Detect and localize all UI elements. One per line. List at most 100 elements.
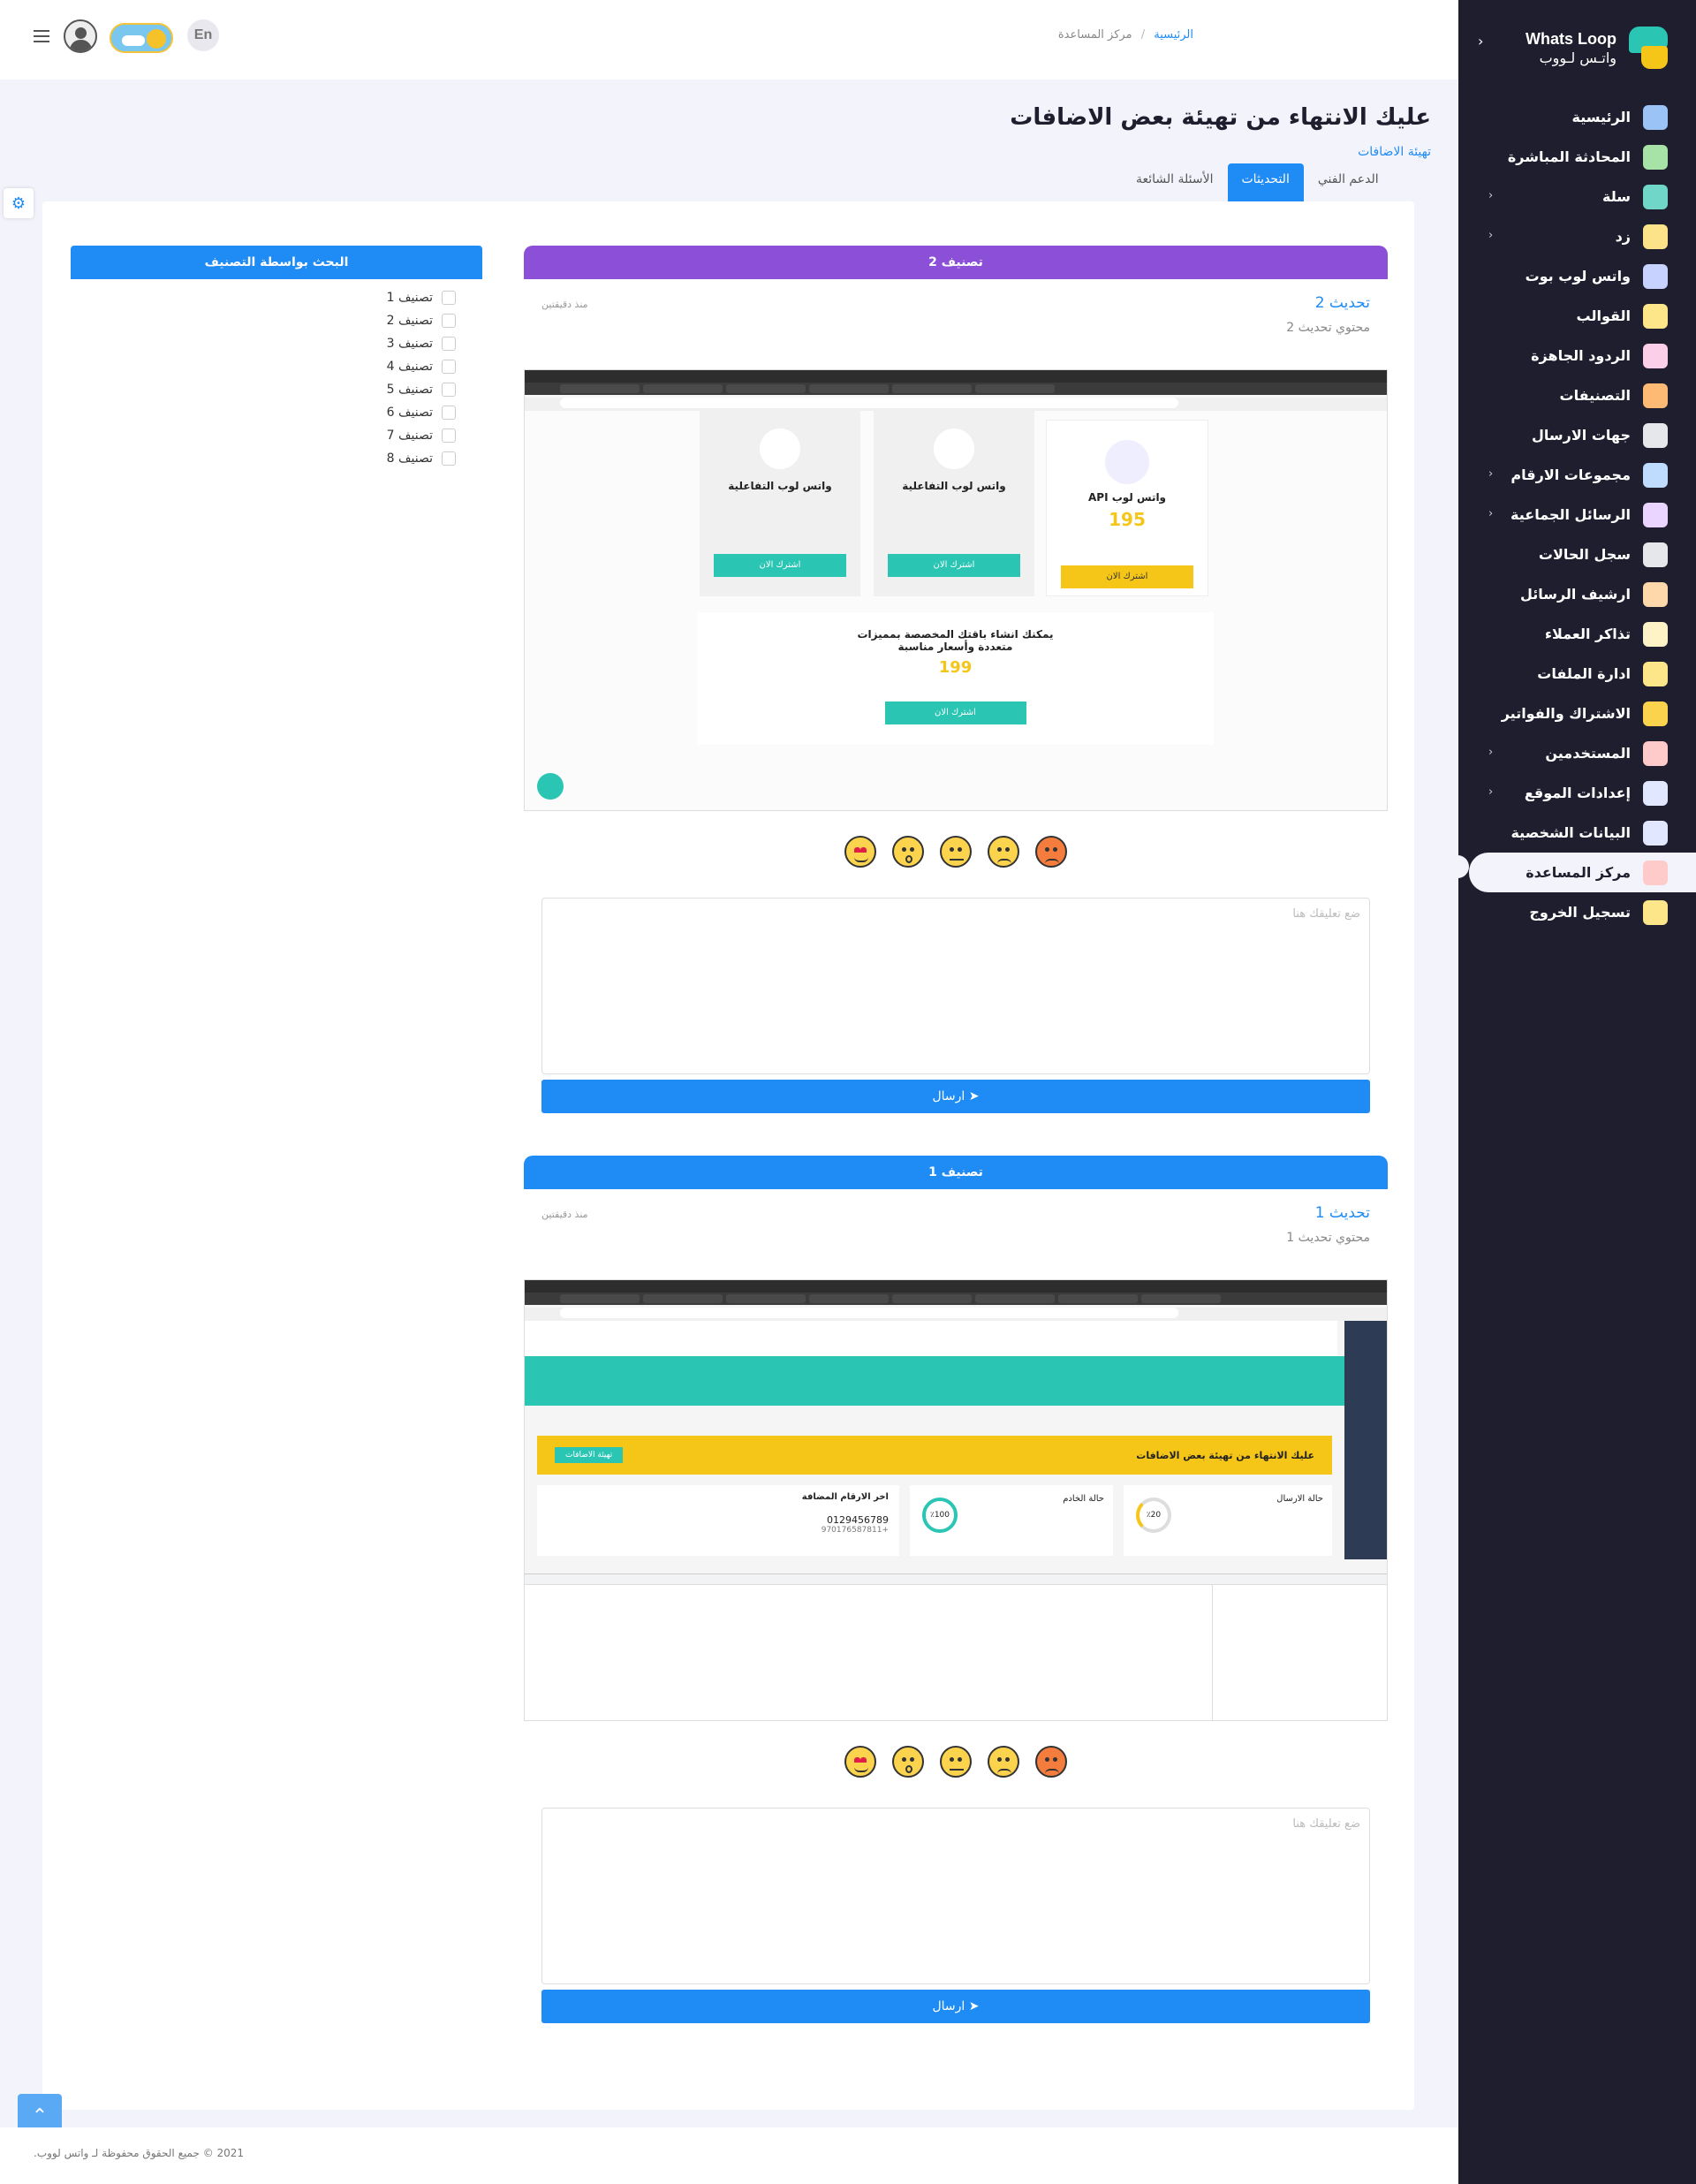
page-subtitle-link[interactable]: تهيئة الاضافات bbox=[1358, 145, 1431, 159]
sidebar-item[interactable]: تسجيل الخروج bbox=[1458, 892, 1696, 932]
sad-emoji-icon[interactable] bbox=[988, 1746, 1019, 1778]
sidebar-item[interactable]: › الرسائل الجماعية bbox=[1458, 495, 1696, 535]
send-button[interactable]: ارسال ➤ bbox=[541, 1990, 1370, 2023]
pkg-a-price: 195 bbox=[1109, 509, 1146, 530]
chevron-icon: › bbox=[1488, 746, 1494, 759]
comment-textarea[interactable]: ضع تعليقك هنا bbox=[541, 1808, 1370, 1984]
reaction-bar bbox=[524, 1746, 1388, 1778]
chevron-icon: › bbox=[1488, 229, 1494, 242]
category-filter-item[interactable]: تصنيف 8 bbox=[71, 447, 482, 470]
category-label: تصنيف 2 bbox=[386, 314, 433, 328]
post-content: محتوي تحديث 2 bbox=[1286, 321, 1370, 335]
sidebar-item[interactable]: تذاكر العملاء bbox=[1458, 614, 1696, 654]
sidebar-item[interactable]: الاشتراك والفواتير bbox=[1458, 694, 1696, 733]
sidebar-item[interactable]: الرئيسية bbox=[1458, 97, 1696, 137]
chevron-icon: › bbox=[1488, 467, 1494, 481]
sidebar-item[interactable]: واتس لوب بوت bbox=[1458, 256, 1696, 296]
post-content: محتوي تحديث 1 bbox=[1286, 1231, 1370, 1245]
post-category-header: تصنيف 2 bbox=[524, 246, 1388, 279]
sidebar-item[interactable]: التصنيفات bbox=[1458, 375, 1696, 415]
sidebar-item[interactable]: جهات الارسال bbox=[1458, 415, 1696, 455]
neutral-emoji-icon[interactable] bbox=[940, 836, 972, 868]
wow-emoji-icon[interactable] bbox=[892, 1746, 924, 1778]
reaction-bar bbox=[524, 836, 1388, 868]
sidebar-item[interactable]: سجل الحالات bbox=[1458, 535, 1696, 574]
sidebar-item[interactable]: البيانات الشخصية bbox=[1458, 813, 1696, 853]
sidebar-item[interactable]: › زد bbox=[1458, 216, 1696, 256]
sidebar-item-label: القوالب bbox=[1576, 307, 1631, 324]
sidebar-item[interactable]: › إعدادات الموقع bbox=[1458, 773, 1696, 813]
category-checkbox[interactable] bbox=[442, 383, 456, 397]
category-filter-item[interactable]: تصنيف 2 bbox=[71, 309, 482, 332]
topbar: En الرئيسية / مركز المساعدة bbox=[0, 0, 1458, 80]
category-checkbox[interactable] bbox=[442, 406, 456, 420]
sidebar-item[interactable]: القوالب bbox=[1458, 296, 1696, 336]
updates-card: البحث بواسطة التصنيف تصنيف 1 تصنيف 2 تصنيف… bbox=[42, 201, 1414, 2110]
wow-emoji-icon[interactable] bbox=[892, 836, 924, 868]
sidebar-item-label: إعدادات الموقع bbox=[1524, 785, 1631, 801]
sad-emoji-icon[interactable] bbox=[988, 836, 1019, 868]
sidebar-item-icon bbox=[1643, 780, 1668, 806]
breadcrumb-sep: / bbox=[1140, 28, 1146, 42]
send-button[interactable]: ارسال ➤ bbox=[541, 1080, 1370, 1113]
category-checkbox[interactable] bbox=[442, 360, 456, 374]
category-checkbox[interactable] bbox=[442, 337, 456, 351]
menu-icon[interactable] bbox=[34, 30, 49, 42]
tab[interactable]: التحديثات bbox=[1227, 163, 1304, 202]
angry-emoji-icon[interactable] bbox=[1035, 1746, 1067, 1778]
category-filter-item[interactable]: تصنيف 5 bbox=[71, 378, 482, 401]
neutral-emoji-icon[interactable] bbox=[940, 1746, 972, 1778]
category-filter-item[interactable]: تصنيف 4 bbox=[71, 355, 482, 378]
category-checkbox[interactable] bbox=[442, 314, 456, 328]
sidebar-item[interactable]: › مجموعات الارقام bbox=[1458, 455, 1696, 495]
comment-textarea[interactable]: ضع تعليقك هنا bbox=[541, 898, 1370, 1074]
sidebar: Whats Loop واتـس لـووب › الرئيسية المحادث… bbox=[1450, 0, 1696, 2184]
tab[interactable]: الدعم الفني bbox=[1304, 163, 1393, 202]
tab[interactable]: الأسئلة الشائعة bbox=[1122, 163, 1228, 202]
logo[interactable]: Whats Loop واتـس لـووب bbox=[1507, 25, 1675, 74]
sidebar-item-icon bbox=[1643, 701, 1668, 726]
sidebar-item[interactable]: مركز المساعدة bbox=[1469, 853, 1696, 892]
sidebar-item-icon bbox=[1643, 224, 1668, 249]
sidebar-item[interactable]: ارشيف الرسائل bbox=[1458, 574, 1696, 614]
theme-toggle[interactable] bbox=[110, 23, 173, 53]
category-label: تصنيف 8 bbox=[386, 451, 433, 466]
sidebar-item-icon bbox=[1643, 661, 1668, 686]
category-filter-item[interactable]: تصنيف 7 bbox=[71, 424, 482, 447]
sidebar-collapse-icon[interactable]: › bbox=[1478, 33, 1483, 49]
category-filter-item[interactable]: تصنيف 1 bbox=[71, 286, 482, 309]
pkg-a-title: واتس لوب API bbox=[1087, 491, 1167, 504]
sidebar-item-label: زد bbox=[1615, 228, 1631, 245]
sidebar-item[interactable]: › سلة bbox=[1458, 177, 1696, 216]
ss2-phone-b: +970176587811 bbox=[821, 1526, 889, 1535]
filter-title: البحث بواسطة التصنيف bbox=[71, 246, 482, 279]
settings-gear-icon[interactable]: ⚙ bbox=[4, 188, 34, 218]
angry-emoji-icon[interactable] bbox=[1035, 836, 1067, 868]
category-filter-item[interactable]: تصنيف 6 bbox=[71, 401, 482, 424]
love-emoji-icon[interactable] bbox=[844, 1746, 876, 1778]
category-checkbox[interactable] bbox=[442, 291, 456, 305]
sidebar-item-label: جهات الارسال bbox=[1532, 427, 1631, 444]
sidebar-item[interactable]: المحادثة المباشرة bbox=[1458, 137, 1696, 177]
category-filter-item[interactable]: تصنيف 3 bbox=[71, 332, 482, 355]
sidebar-item[interactable]: ادارة الملفات bbox=[1458, 654, 1696, 694]
avatar[interactable] bbox=[64, 19, 97, 53]
category-checkbox[interactable] bbox=[442, 428, 456, 443]
sidebar-item[interactable]: › المستخدمين bbox=[1458, 733, 1696, 773]
love-emoji-icon[interactable] bbox=[844, 836, 876, 868]
breadcrumb: الرئيسية / مركز المساعدة bbox=[1058, 28, 1193, 42]
post-title[interactable]: تحديث 1 bbox=[1315, 1204, 1370, 1222]
update-post: تصنيف 1 تحديث 1 منذ دقيقتين محتوي تحديث … bbox=[524, 1156, 1388, 2023]
pkg-b-button: اشترك الان bbox=[888, 554, 1020, 577]
category-label: تصنيف 3 bbox=[386, 337, 433, 351]
sidebar-item[interactable]: الردود الجاهزة bbox=[1458, 336, 1696, 375]
post-title[interactable]: تحديث 2 bbox=[1315, 294, 1370, 312]
category-checkbox[interactable] bbox=[442, 451, 456, 466]
sidebar-item-label: البيانات الشخصية bbox=[1510, 824, 1631, 841]
breadcrumb-home[interactable]: الرئيسية bbox=[1154, 28, 1193, 42]
sidebar-item-label: سجل الحالات bbox=[1538, 546, 1631, 563]
sidebar-item-icon bbox=[1643, 740, 1668, 766]
update-post: تصنيف 2 تحديث 2 منذ دقيقتين محتوي تحديث … bbox=[524, 246, 1388, 1113]
sidebar-item-label: التصنيفات bbox=[1559, 387, 1631, 404]
language-switch[interactable]: En bbox=[187, 19, 219, 51]
